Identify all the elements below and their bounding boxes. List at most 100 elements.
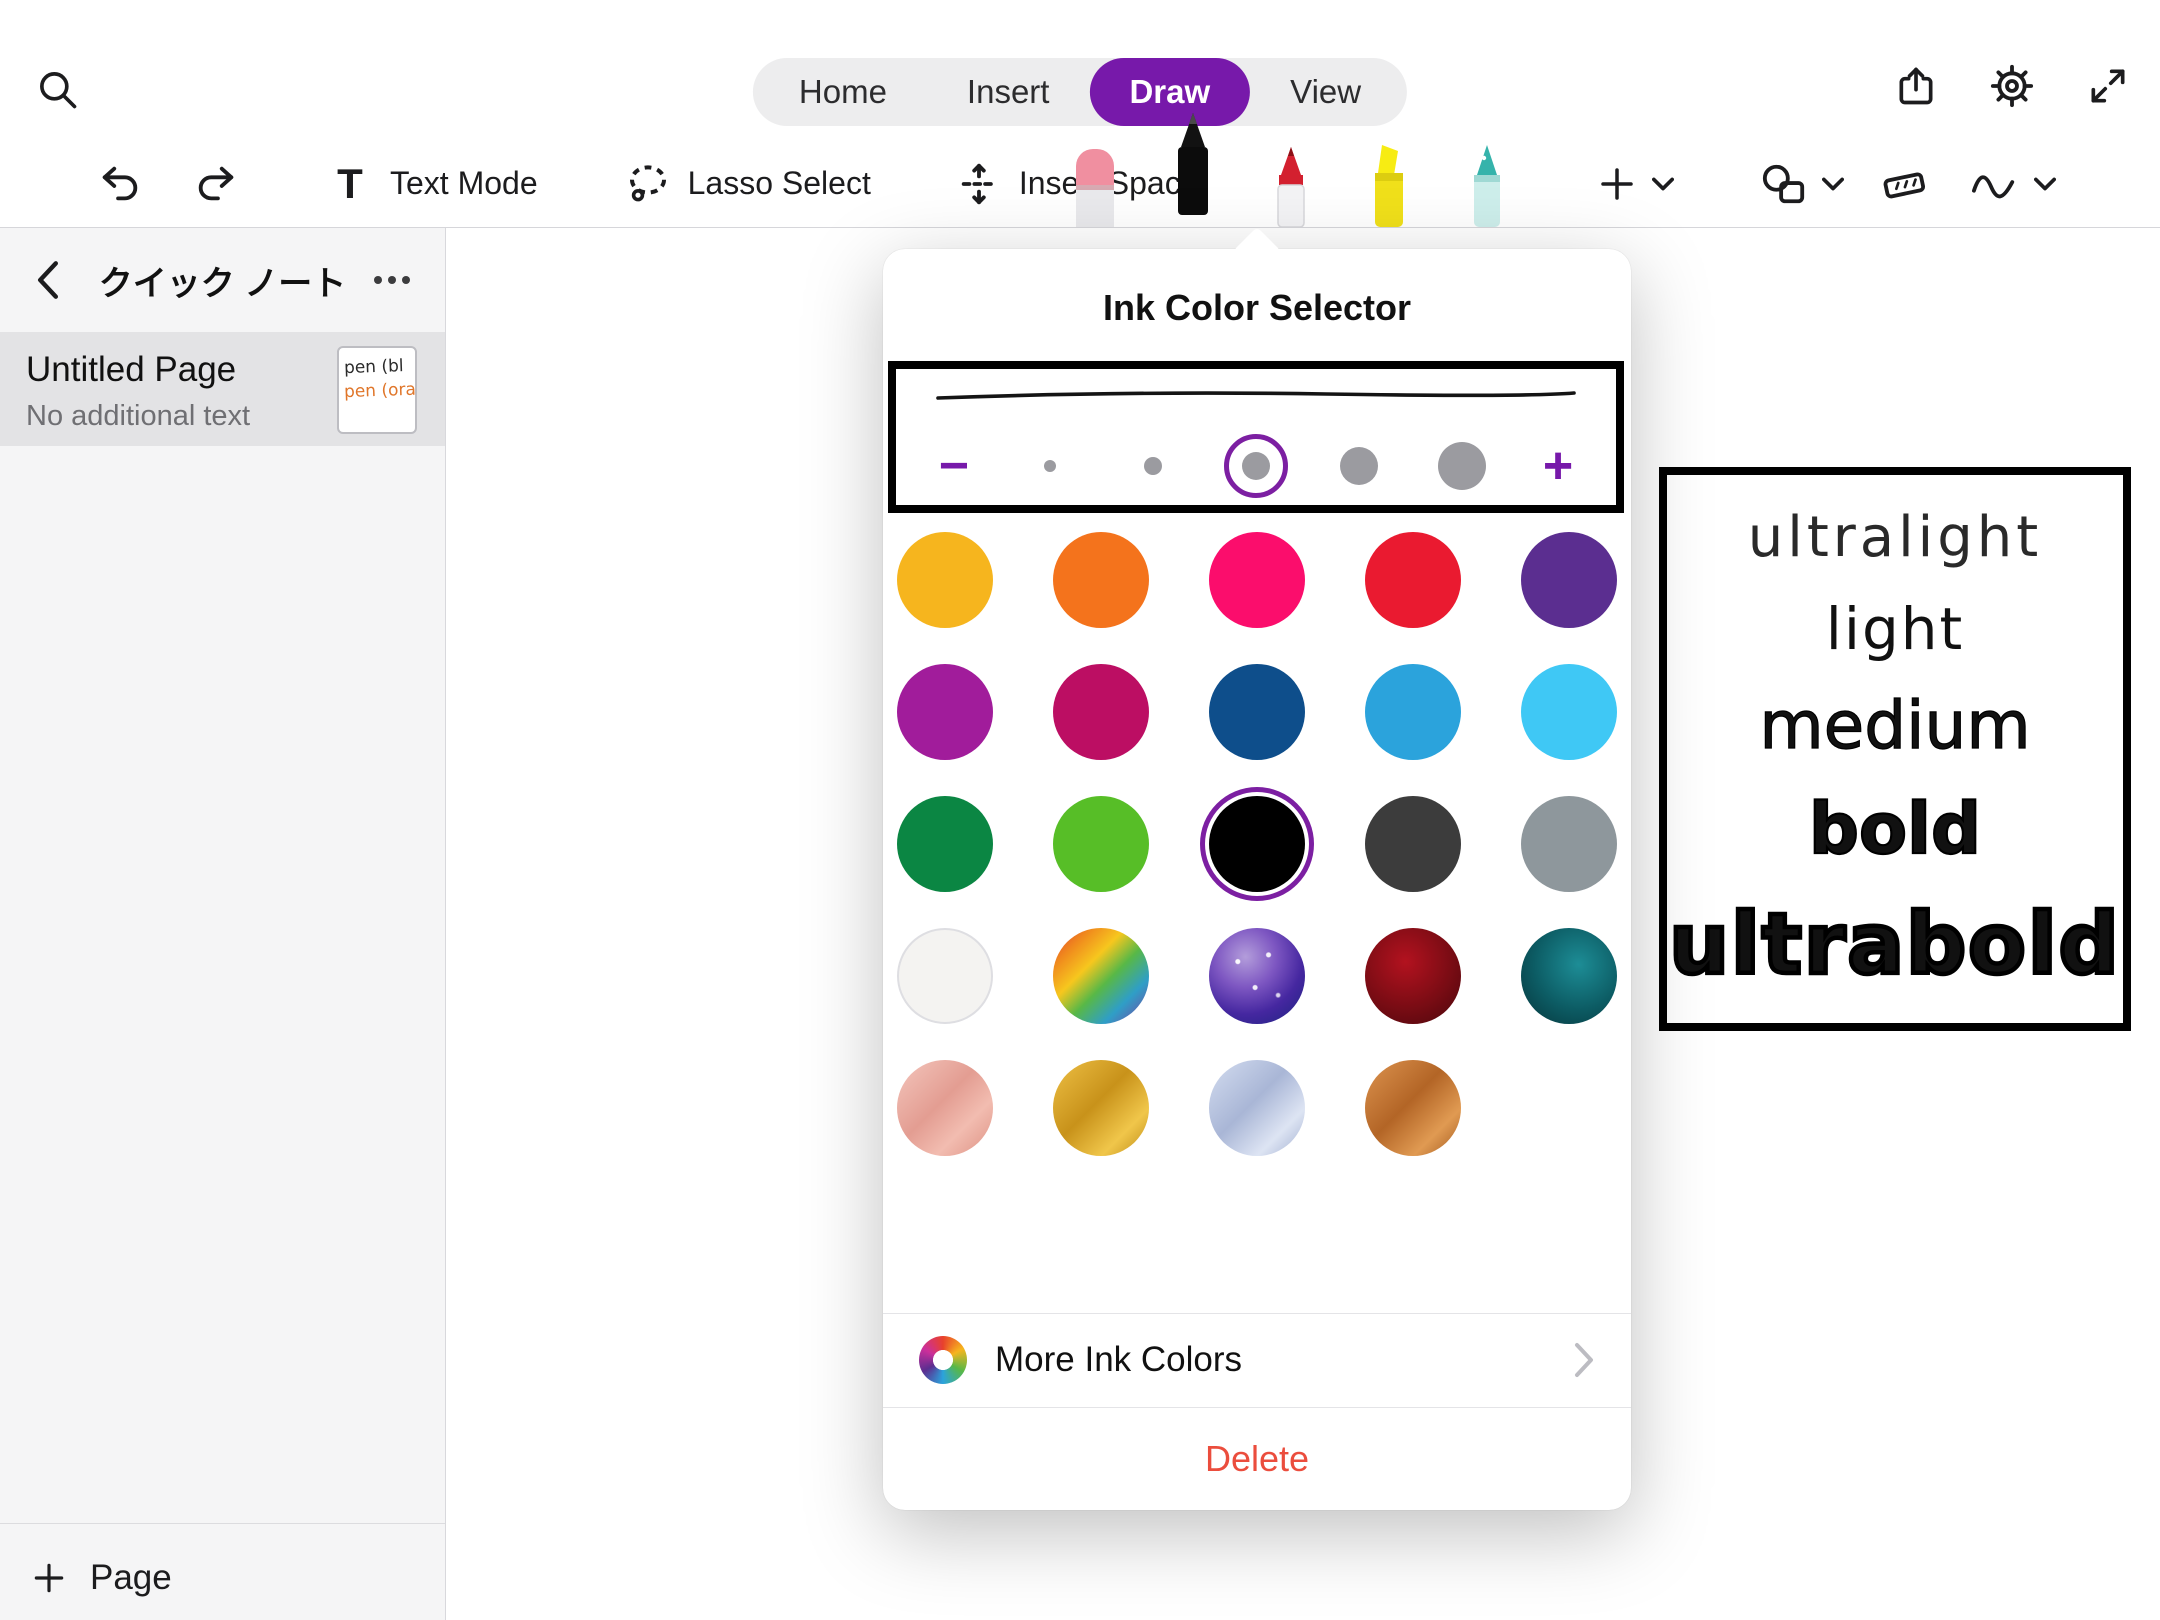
- teal-pen-icon: [1454, 135, 1520, 227]
- more-ink-colors-button[interactable]: More Ink Colors: [883, 1321, 1631, 1399]
- undo-button[interactable]: [96, 160, 144, 208]
- stroke-size-row: − +: [926, 433, 1586, 499]
- color-swatch-yellow[interactable]: [897, 532, 993, 628]
- color-swatch-gold-glitter[interactable]: [1053, 1060, 1149, 1156]
- thumbnail-ink-line-2: pen (ora: [344, 378, 411, 404]
- add-page-button[interactable]: Page: [30, 1558, 172, 1598]
- plus-icon: [1596, 163, 1638, 205]
- section-options-button[interactable]: [365, 258, 419, 302]
- sidebar-header: クイック ノート: [0, 228, 445, 332]
- more-ink-colors-label: More Ink Colors: [995, 1340, 1573, 1380]
- fullscreen-button[interactable]: [2082, 60, 2134, 112]
- stroke-size-option-4[interactable]: [1327, 434, 1391, 498]
- stroke-weight-sample-bold: bold: [1809, 788, 1981, 870]
- color-swatch-dark-red-marble[interactable]: [1365, 928, 1461, 1024]
- chevron-down-icon: [1652, 176, 1674, 192]
- increase-size-button[interactable]: +: [1530, 438, 1586, 494]
- ink-replay-button[interactable]: [1968, 140, 2056, 227]
- color-swatch-teal-marble[interactable]: [1521, 928, 1617, 1024]
- ink-color-selector-popup: Ink Color Selector − + More Ink Colors D…: [883, 249, 1631, 1510]
- color-swatch-purple[interactable]: [1521, 532, 1617, 628]
- popup-divider: [883, 1313, 1631, 1314]
- text-mode-label: Text Mode: [390, 165, 538, 202]
- page-list-item[interactable]: Untitled Page No additional text pen (bl…: [0, 332, 445, 446]
- red-pen-tool[interactable]: [1258, 127, 1324, 227]
- chevron-right-icon: [1573, 1342, 1595, 1378]
- draw-toolbar: T Text Mode Lasso Select Insert Space: [0, 140, 2160, 227]
- search-icon: [36, 68, 80, 112]
- chevron-down-icon: [2034, 176, 2056, 192]
- color-swatch-rose-gold-glitter[interactable]: [897, 1060, 993, 1156]
- popup-arrow: [1233, 227, 1281, 275]
- color-swatch-dark-gray[interactable]: [1365, 796, 1461, 892]
- color-swatch-silver-glitter[interactable]: [1209, 1060, 1305, 1156]
- search-button[interactable]: [30, 62, 86, 118]
- color-swatch-white[interactable]: [897, 928, 993, 1024]
- color-swatch-pink[interactable]: [1209, 532, 1305, 628]
- pen-tray: [1062, 140, 1520, 227]
- color-swatch-dark-pink[interactable]: [1053, 664, 1149, 760]
- tab-insert[interactable]: Insert: [927, 58, 1090, 126]
- size-dot: [1438, 442, 1486, 490]
- stroke-weight-sample-light: light: [1826, 595, 1965, 663]
- stroke-size-option-3[interactable]: [1224, 434, 1288, 498]
- stroke-weight-sample-ultrabold: ultrabold: [1669, 895, 2121, 993]
- ruler-button[interactable]: [1878, 140, 1930, 227]
- gear-icon: [1989, 63, 2035, 109]
- color-swatch-green[interactable]: [897, 796, 993, 892]
- plus-icon: [30, 1559, 68, 1597]
- lasso-select-button[interactable]: Lasso Select: [624, 160, 871, 208]
- delete-pen-button[interactable]: Delete: [883, 1407, 1631, 1510]
- ruler-icon: [1878, 161, 1930, 207]
- insert-space-icon: [955, 160, 1003, 208]
- color-swatch-sky-blue[interactable]: [1521, 664, 1617, 760]
- delete-label: Delete: [1205, 1438, 1309, 1480]
- color-swatch-dark-blue[interactable]: [1209, 664, 1305, 760]
- color-swatch-blue[interactable]: [1365, 664, 1461, 760]
- color-swatch-gray[interactable]: [1521, 796, 1617, 892]
- color-swatch-red[interactable]: [1365, 532, 1461, 628]
- color-swatch-black[interactable]: [1209, 796, 1305, 892]
- redo-icon: [193, 161, 239, 207]
- chevron-left-icon: [34, 260, 62, 300]
- color-swatch-rainbow-glitter[interactable]: [1053, 928, 1149, 1024]
- text-mode-button[interactable]: T Text Mode: [326, 160, 538, 208]
- stroke-size-option-5[interactable]: [1430, 434, 1494, 498]
- top-bar: HomeInsertDrawView: [0, 0, 2160, 228]
- ellipsis-icon: [370, 274, 414, 286]
- color-swatch-light-green[interactable]: [1053, 796, 1149, 892]
- redo-button[interactable]: [192, 160, 240, 208]
- color-grid: [897, 532, 1617, 1156]
- sidebar-divider: [0, 1523, 445, 1524]
- stroke-size-annotation-box: − +: [888, 361, 1624, 513]
- color-swatch-galaxy-glitter[interactable]: [1209, 928, 1305, 1024]
- share-icon: [1894, 64, 1938, 108]
- yellow-highlighter-tool[interactable]: [1356, 127, 1422, 227]
- stroke-weight-sample-medium: medium: [1759, 687, 2030, 764]
- lasso-select-label: Lasso Select: [688, 165, 871, 202]
- tab-home[interactable]: Home: [759, 58, 927, 126]
- tab-view[interactable]: View: [1250, 58, 1401, 126]
- teal-pen-tool[interactable]: [1454, 127, 1520, 227]
- color-swatch-bronze-glitter[interactable]: [1365, 1060, 1461, 1156]
- thumbnail-ink-line-1: pen (bl: [344, 354, 411, 380]
- size-dot: [1044, 460, 1056, 472]
- share-button[interactable]: [1890, 60, 1942, 112]
- size-dots: [1018, 434, 1494, 498]
- back-button[interactable]: [26, 258, 70, 302]
- ink-squiggle-icon: [1968, 161, 2022, 207]
- eraser-tool[interactable]: [1062, 127, 1128, 227]
- stroke-weight-samples-box: ultralightlightmediumboldultrabold: [1659, 467, 2131, 1031]
- decrease-size-button[interactable]: −: [926, 438, 982, 494]
- add-page-label: Page: [90, 1558, 172, 1598]
- black-pen-tool[interactable]: [1160, 115, 1226, 215]
- expand-icon: [2086, 64, 2130, 108]
- settings-button[interactable]: [1986, 60, 2038, 112]
- black-pen-icon: [1160, 111, 1226, 215]
- shapes-button[interactable]: [1758, 140, 1844, 227]
- color-swatch-orange[interactable]: [1053, 532, 1149, 628]
- add-pen-button[interactable]: [1596, 140, 1674, 227]
- color-swatch-magenta[interactable]: [897, 664, 993, 760]
- stroke-size-option-1[interactable]: [1018, 434, 1082, 498]
- stroke-size-option-2[interactable]: [1121, 434, 1185, 498]
